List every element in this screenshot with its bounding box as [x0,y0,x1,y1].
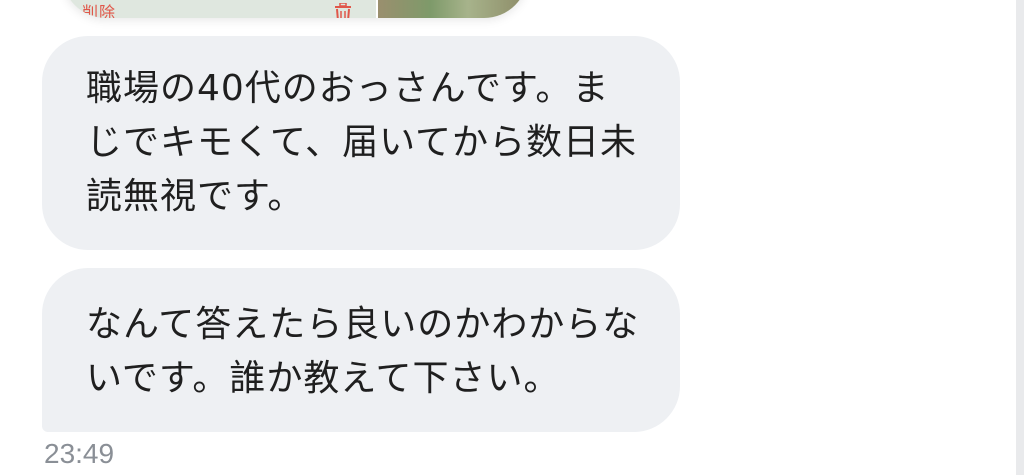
preview-photo[interactable] [378,0,528,18]
message-bubble[interactable]: なんて答えたら良いのかわからな いです。誰か教えて下さい。 [42,268,680,432]
chat-screen: 削除 職場の40代のおっさんです。ま じでキモくて、届いてから数日未 読無視です… [0,0,1024,475]
message-line: じでキモくて、届いてから数日未 [86,122,638,163]
screen-edge [1016,0,1024,475]
trash-icon[interactable] [332,2,354,18]
message-line: なんて答えたら良いのかわからな [86,304,640,345]
message-line: 職場の40代のおっさんです。ま [86,68,610,109]
message-line: いです。誰か教えて下さい。 [86,358,561,399]
image-preview-card[interactable]: 削除 [62,0,528,18]
message-bubble[interactable]: 職場の40代のおっさんです。ま じでキモくて、届いてから数日未 読無視です。 [42,36,680,250]
message-line: 読無視です。 [86,176,305,217]
message-timestamp: 23:49 [44,438,115,469]
delete-label[interactable]: 削除 [82,4,116,19]
